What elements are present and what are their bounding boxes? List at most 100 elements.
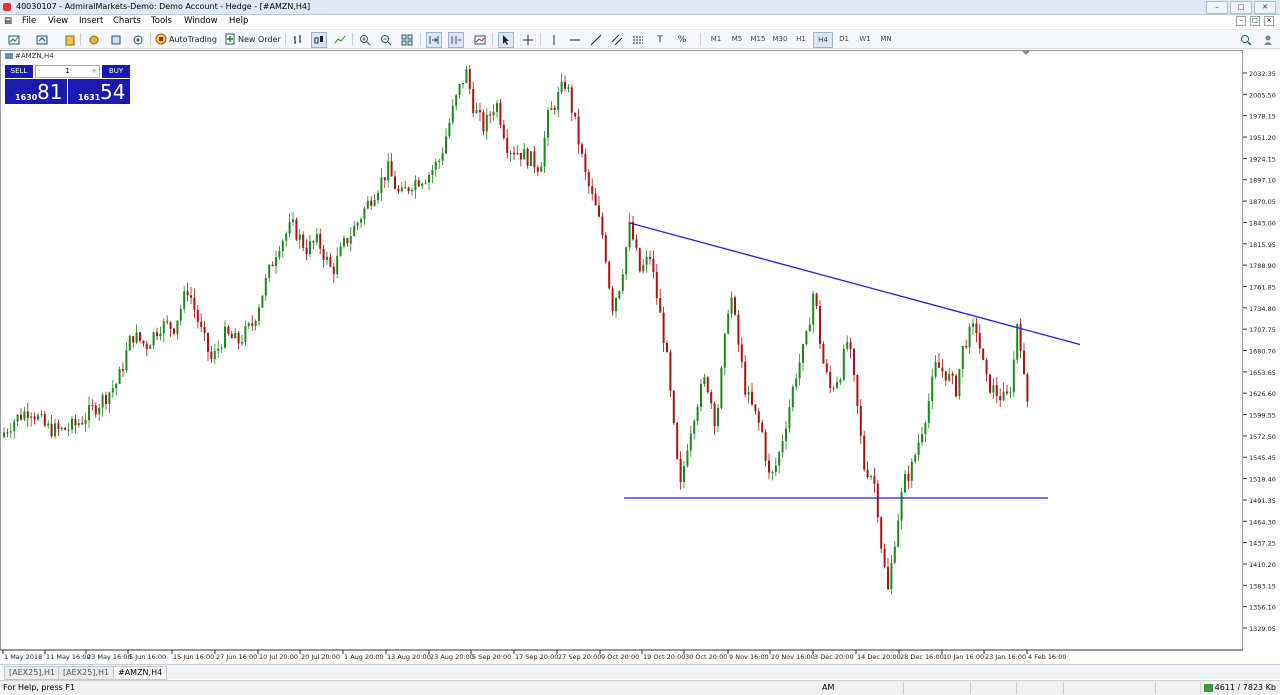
candle-body: [220, 347, 223, 349]
search-icon[interactable]: [1238, 32, 1254, 48]
child-minimize-button[interactable]: –: [1236, 16, 1246, 26]
menu-view[interactable]: View: [48, 16, 68, 26]
candle-body: [125, 350, 128, 371]
autotrading-button[interactable]: AutoTrading: [155, 32, 219, 46]
menu-insert[interactable]: Insert: [79, 16, 103, 26]
timeframe-h4[interactable]: H4: [813, 32, 833, 48]
candle-body: [159, 333, 162, 337]
chart-shift-icon[interactable]: [448, 32, 464, 48]
x-tick-label: 4 Feb 16:00: [1028, 653, 1067, 661]
timeframe-m15[interactable]: M15: [749, 32, 767, 46]
new-chart-icon[interactable]: [6, 32, 22, 48]
zoom-out-icon[interactable]: [378, 32, 394, 48]
timeframe-w1[interactable]: W1: [856, 32, 874, 46]
indicators-icon[interactable]: [472, 32, 488, 48]
candle-body: [322, 248, 325, 260]
timeframe-m30[interactable]: M30: [771, 32, 789, 46]
close-button[interactable]: ✕: [1254, 1, 1276, 14]
child-restore-button[interactable]: □: [1250, 16, 1260, 26]
candle-body: [305, 247, 308, 255]
menu-window[interactable]: Window: [184, 16, 218, 26]
menu-tools[interactable]: Tools: [151, 16, 172, 26]
candle-body: [485, 114, 488, 132]
lot-size-field[interactable]: - 1 +: [35, 65, 100, 78]
candle-body: [424, 182, 427, 184]
timeframe-d1[interactable]: D1: [835, 32, 853, 46]
candle-body: [747, 391, 750, 395]
candle-body: [880, 517, 883, 549]
candle-body: [642, 264, 645, 272]
trendline-icon[interactable]: [588, 32, 604, 48]
candle-body: [550, 107, 553, 111]
candle-body: [530, 151, 532, 166]
sell-price-box[interactable]: 1630 81: [5, 79, 67, 104]
timeframe-m1[interactable]: M1: [707, 32, 725, 46]
zoom-in-icon[interactable]: [357, 32, 373, 48]
candle-body: [108, 392, 111, 404]
navigator-icon[interactable]: [86, 32, 102, 48]
text-tool-icon[interactable]: T: [652, 32, 668, 48]
candle-body: [438, 160, 441, 162]
bar-chart-icon[interactable]: [290, 32, 306, 48]
maximize-button[interactable]: □: [1230, 1, 1252, 14]
timeframe-m5[interactable]: M5: [728, 32, 746, 46]
y-tick-label: 1924.15: [1249, 155, 1276, 163]
terminal-icon[interactable]: [108, 32, 124, 48]
timeframe-h1[interactable]: H1: [792, 32, 810, 46]
candle-body: [989, 374, 991, 393]
lot-decrease-button[interactable]: -: [38, 66, 41, 77]
tab-aex25-h1-second[interactable]: [AEX25],H1: [58, 666, 115, 680]
menu-charts[interactable]: Charts: [113, 16, 141, 26]
candle-body: [744, 361, 747, 395]
equidistant-channel-icon[interactable]: [609, 32, 625, 48]
candle-body: [278, 250, 281, 258]
minimize-button[interactable]: –: [1206, 1, 1228, 14]
vertical-line-icon[interactable]: [546, 32, 562, 48]
tab-aex25-h1-first[interactable]: [AEX25],H1: [4, 666, 61, 680]
x-tick-label: 11 May 16:00: [46, 653, 91, 661]
candlestick-chart[interactable]: 2032.35 2005.50 1978.15 1951.20 1924.15 1897.…: [0, 50, 1280, 664]
menu-help[interactable]: Help: [229, 16, 248, 26]
candle-body: [591, 186, 594, 194]
timeframe-mn[interactable]: MN: [877, 32, 895, 46]
fibonacci-icon[interactable]: [630, 32, 646, 48]
candle-body: [186, 291, 189, 296]
candle-body: [26, 411, 29, 418]
tab-amzn-h4[interactable]: #AMZN,H4: [113, 666, 168, 680]
candle-body: [734, 297, 736, 315]
candle-body: [74, 418, 77, 426]
candle-body: [689, 433, 692, 451]
child-close-button[interactable]: ✕: [1264, 16, 1274, 26]
market-watch-icon[interactable]: [62, 32, 78, 48]
candle-body: [853, 348, 855, 376]
status-bar: For Help, press F1 AM 4611 / 7823 Kb: [0, 680, 1280, 695]
strategy-tester-icon[interactable]: [130, 32, 146, 48]
x-tick-label: 10 Jan 16:00: [943, 653, 984, 661]
horizontal-line-icon[interactable]: [567, 32, 583, 48]
candle-body: [904, 473, 906, 493]
candlestick-chart-icon[interactable]: [311, 32, 327, 48]
arrows-tool-icon[interactable]: %: [674, 32, 690, 48]
lot-increase-button[interactable]: +: [91, 66, 97, 77]
candle-body: [618, 291, 621, 299]
y-tick-label: 1572.50: [1249, 433, 1276, 441]
cursor-icon[interactable]: [498, 32, 514, 48]
profiles-icon[interactable]: [34, 32, 50, 48]
buy-button[interactable]: BUY: [102, 65, 130, 78]
candle-body: [387, 161, 390, 181]
x-tick-label: 23 Aug 20:00: [430, 653, 474, 661]
community-icon[interactable]: [1260, 32, 1276, 48]
sell-button[interactable]: SELL: [5, 65, 33, 78]
candle-body: [190, 295, 192, 298]
buy-price-box[interactable]: 1631 54: [68, 79, 130, 104]
new-order-button[interactable]: New Order: [224, 32, 282, 46]
line-chart-icon[interactable]: [332, 32, 348, 48]
candle-body: [329, 256, 332, 267]
crosshair-icon[interactable]: [520, 32, 536, 48]
tile-windows-icon[interactable]: [399, 32, 415, 48]
auto-scroll-icon[interactable]: [426, 32, 442, 48]
menu-file[interactable]: File: [22, 16, 36, 26]
candle-body: [397, 188, 400, 192]
x-tick-label: 13 Aug 20:00: [387, 653, 431, 661]
document-menu-icon[interactable]: ▤: [4, 16, 16, 26]
